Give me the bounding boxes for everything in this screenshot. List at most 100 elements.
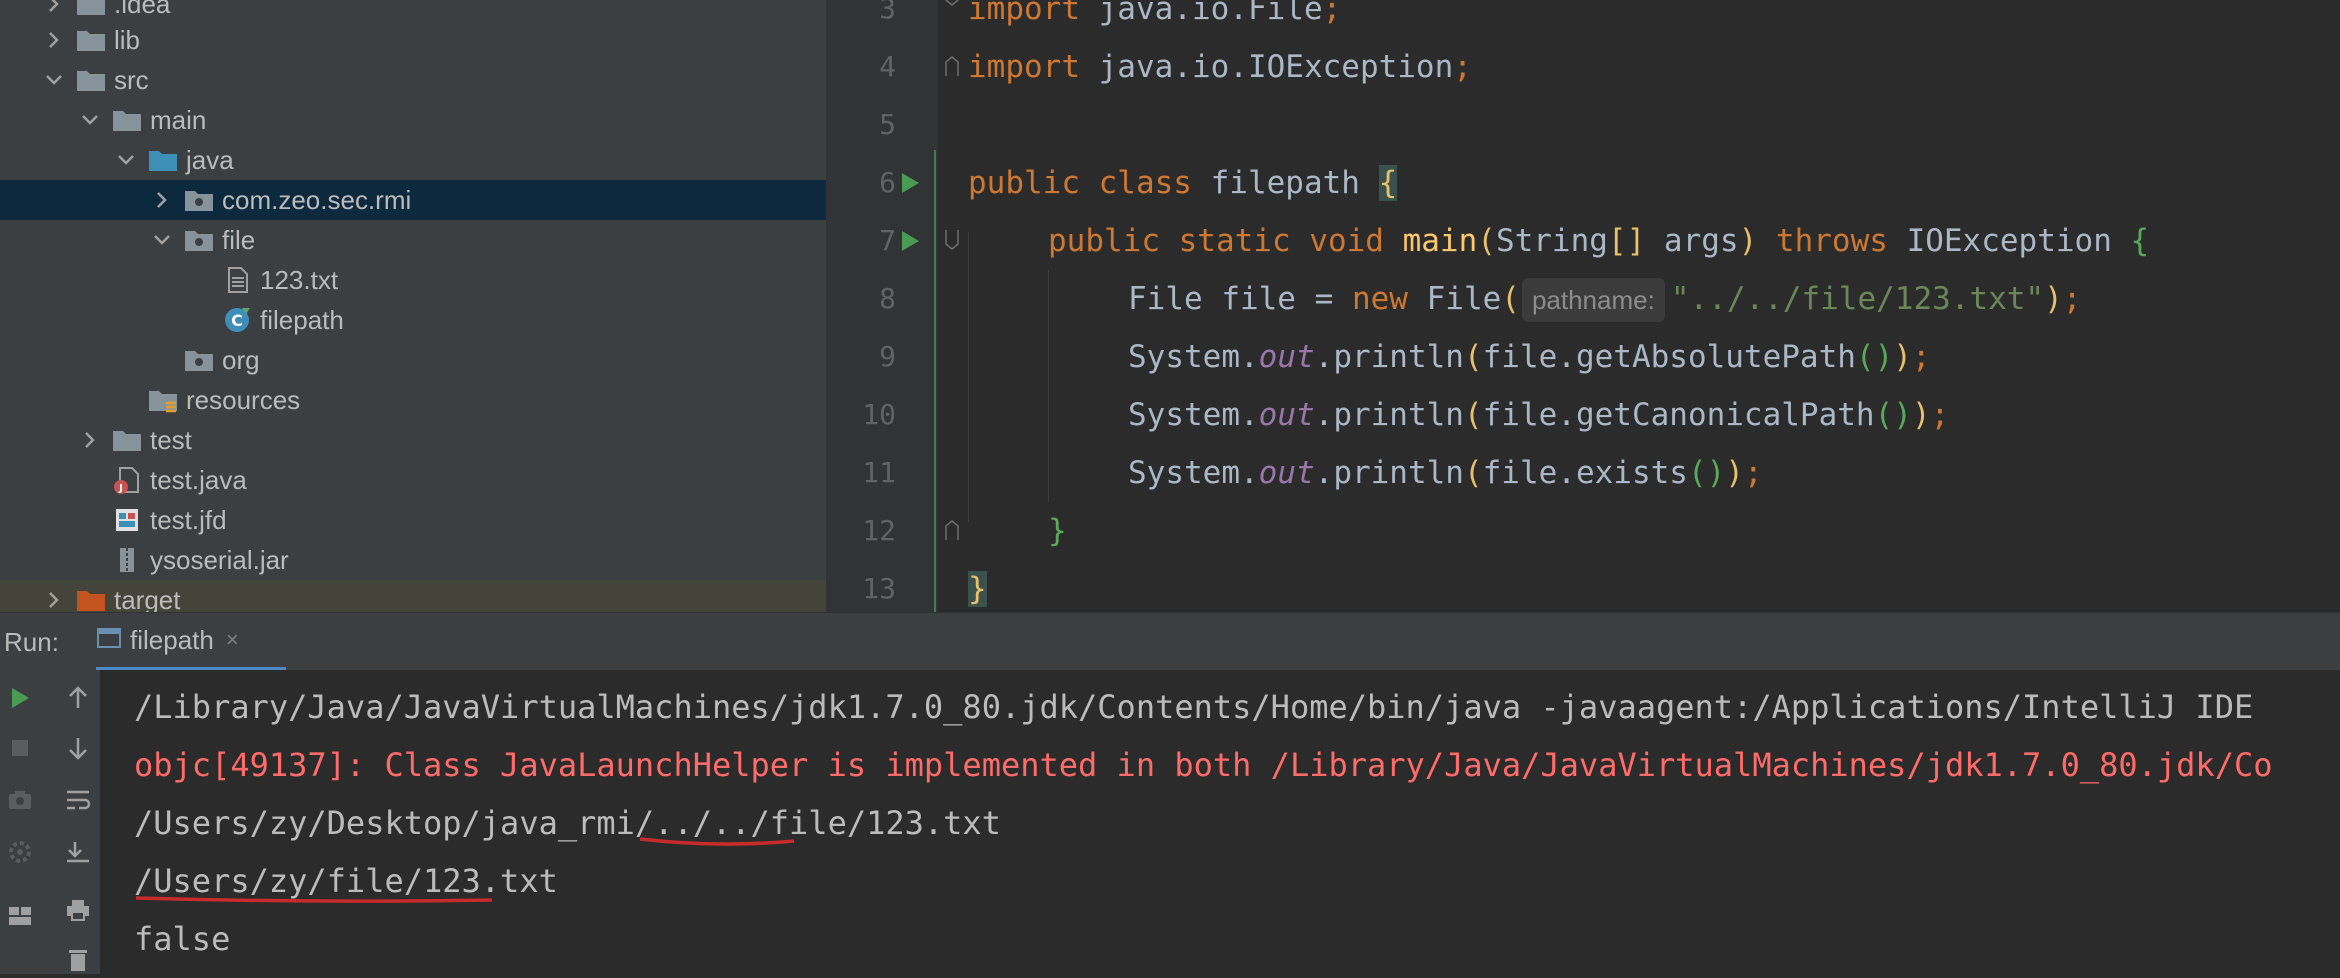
line-number: 11: [862, 456, 896, 489]
code-token: System.: [1128, 455, 1259, 491]
code-editor[interactable]: 3 4 5 6 7 8 9 10 11 12 13 import java.io…: [826, 0, 2340, 612]
tree-item-label: 123.txt: [260, 264, 339, 295]
tree-item-label: .idea: [114, 0, 171, 19]
code-line[interactable]: public static void main(String[] args) t…: [1048, 212, 2149, 270]
chevron-right-icon[interactable]: [148, 186, 176, 214]
line-number: 8: [879, 282, 896, 315]
chevron-down-icon[interactable]: [112, 146, 140, 174]
up-arrow-icon[interactable]: [60, 680, 96, 716]
chevron-right-icon[interactable]: [40, 0, 68, 18]
tree-item-test-java[interactable]: J test.java: [0, 460, 826, 500]
camera-icon[interactable]: [2, 782, 38, 818]
code-line[interactable]: import java.io.IOException;: [968, 38, 1472, 96]
fold-icon[interactable]: [944, 0, 960, 6]
code-token: (): [1855, 339, 1894, 375]
folder-icon: [110, 105, 144, 135]
editor-gutter: 3 4 5 6 7 8 9 10 11 12 13: [826, 0, 938, 612]
code-token: file.exists: [1482, 455, 1688, 491]
code-line[interactable]: System.out.println(file.exists());: [1128, 444, 1763, 502]
tree-item-test-jfd[interactable]: test.jfd: [0, 500, 826, 540]
run-main-icon[interactable]: [896, 212, 924, 270]
tree-item-label: test.java: [150, 464, 247, 495]
soft-wrap-icon[interactable]: [60, 782, 96, 818]
chevron-right-icon[interactable]: [76, 426, 104, 454]
code-token: new: [1351, 281, 1427, 317]
tree-item-label: file: [222, 224, 256, 255]
tree-item-target[interactable]: target: [0, 580, 826, 612]
tree-item-org[interactable]: org: [0, 340, 826, 380]
code-token: }: [1048, 513, 1067, 549]
code-line[interactable]: }: [1048, 502, 1067, 560]
settings-icon[interactable]: [2, 834, 38, 870]
code-line[interactable]: File file = new File(pathname: "../../fil…: [1128, 270, 2081, 328]
svg-text:C: C: [231, 311, 243, 330]
tree-item-src[interactable]: src: [0, 60, 826, 100]
console-output[interactable]: /Library/Java/JavaVirtualMachines/jdk1.7…: [100, 670, 2340, 974]
tree-item-com-zeo-sec-rmi[interactable]: com.zeo.sec.rmi: [0, 180, 826, 220]
jfd-file-icon: [110, 505, 144, 535]
indent-guide: [968, 232, 969, 522]
chevron-down-icon[interactable]: [76, 106, 104, 134]
layout-icon[interactable]: [2, 898, 38, 934]
chevron-right-icon[interactable]: [40, 26, 68, 54]
code-token: (: [1501, 281, 1520, 317]
print-icon[interactable]: [60, 892, 96, 928]
code-line[interactable]: System.out.println(file.getCanonicalPath…: [1128, 386, 1949, 444]
excluded-folder-icon: [74, 585, 108, 612]
parameter-hint: pathname:: [1521, 278, 1665, 322]
java-class-icon: C: [220, 305, 254, 335]
code-token: (: [1463, 339, 1483, 375]
scope-guide: [934, 150, 936, 612]
code-token: .println: [1314, 455, 1464, 491]
scroll-to-end-icon[interactable]: [60, 834, 96, 870]
tree-item-123-txt[interactable]: 123.txt: [0, 260, 826, 300]
chevron-down-icon[interactable]: [148, 226, 176, 254]
code-token: file.getAbsolutePath: [1482, 339, 1856, 375]
line-number: 7: [879, 224, 896, 257]
text-file-icon: [220, 265, 254, 295]
chevron-down-icon[interactable]: [40, 66, 68, 94]
tree-item-ysoserial-jar[interactable]: ysoserial.jar: [0, 540, 826, 580]
run-tab-filepath[interactable]: filepath ×: [96, 613, 286, 671]
code-token: .println: [1314, 339, 1464, 375]
fold-icon[interactable]: [944, 520, 960, 540]
stop-icon[interactable]: [2, 730, 38, 766]
code-token: (: [1463, 397, 1483, 433]
code-token: (: [1477, 223, 1496, 259]
fold-icon[interactable]: [944, 230, 960, 250]
fold-icon[interactable]: [944, 56, 960, 76]
code-line[interactable]: }: [968, 560, 987, 612]
tree-item-resources[interactable]: resources: [0, 380, 826, 420]
resources-folder-icon: [146, 385, 180, 415]
run-class-icon[interactable]: [896, 154, 924, 212]
tree-item-lib[interactable]: lib: [0, 20, 826, 60]
code-token: ;: [1743, 455, 1763, 491]
java-file-icon: J: [110, 465, 144, 495]
tree-item-java[interactable]: java: [0, 140, 826, 180]
code-line[interactable]: public class filepath {: [968, 154, 1398, 212]
run-panel-title: Run:: [4, 627, 59, 657]
close-icon[interactable]: ×: [226, 627, 239, 653]
tree-item-label: main: [150, 104, 207, 135]
tree-item-label: target: [114, 584, 181, 613]
tree-item-label: resources: [186, 384, 301, 415]
run-icon[interactable]: [2, 680, 38, 716]
code-token: (: [1463, 455, 1483, 491]
tree-item-label: filepath: [260, 304, 344, 335]
code-token: public static void: [1048, 223, 1403, 259]
code-token: String: [1495, 223, 1608, 259]
tree-item-filepath[interactable]: C filepath: [0, 300, 826, 340]
trash-icon[interactable]: [60, 942, 96, 978]
code-token: main: [1402, 223, 1478, 259]
tree-item-test[interactable]: test: [0, 420, 826, 460]
console-line: false: [134, 920, 231, 958]
code-line[interactable]: import java.io.File;: [968, 0, 1341, 38]
down-arrow-icon[interactable]: [60, 730, 96, 766]
tree-item-file[interactable]: file: [0, 220, 826, 260]
tree-item-label: org: [222, 344, 260, 375]
tree-item-main[interactable]: main: [0, 100, 826, 140]
code-token: out: [1258, 339, 1315, 375]
chevron-right-icon[interactable]: [40, 586, 68, 612]
code-token: System.: [1128, 339, 1259, 375]
code-line[interactable]: System.out.println(file.getAbsolutePath(…: [1128, 328, 1931, 386]
